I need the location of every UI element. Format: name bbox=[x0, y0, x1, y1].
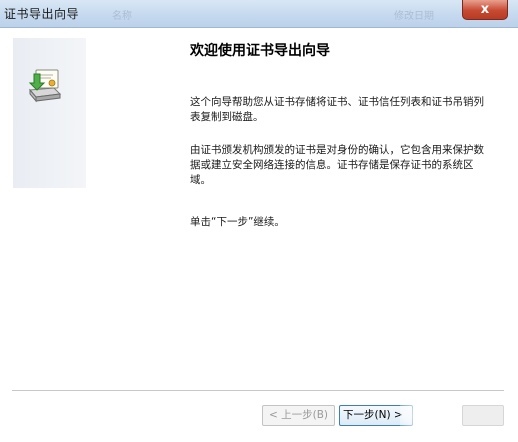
back-button[interactable]: < 上一步(B) bbox=[262, 405, 335, 426]
wizard-description-1: 这个向导帮助您从证书存储将证书、证书信任列表和证书吊销列表复制到磁盘。 bbox=[190, 96, 484, 123]
certificate-export-icon bbox=[28, 69, 62, 103]
watermark-overlay bbox=[400, 398, 462, 432]
wizard-side-banner bbox=[13, 38, 86, 188]
close-icon: x bbox=[480, 2, 490, 17]
close-button[interactable]: x bbox=[462, 0, 508, 20]
cancel-button[interactable] bbox=[462, 405, 504, 426]
certificate-export-wizard-window: 证书导出向导 名称 修改日期 x 欢迎使用证书导出向导 这个向导帮助您从证书存储… bbox=[0, 0, 518, 442]
background-column-header-date: 修改日期 bbox=[394, 11, 434, 22]
background-column-header-name: 名称 bbox=[112, 11, 132, 22]
title-bar[interactable]: 证书导出向导 名称 修改日期 x bbox=[0, 0, 518, 28]
wizard-instruction: 单击“下一步”继续。 bbox=[190, 216, 285, 228]
wizard-heading: 欢迎使用证书导出向导 bbox=[190, 43, 330, 59]
window-title: 证书导出向导 bbox=[4, 7, 80, 21]
footer-divider bbox=[12, 390, 504, 391]
wizard-description-2: 由证书颁发机构颁发的证书是对身份的确认，它包含用来保护数据或建立安全网络连接的信… bbox=[190, 144, 484, 186]
